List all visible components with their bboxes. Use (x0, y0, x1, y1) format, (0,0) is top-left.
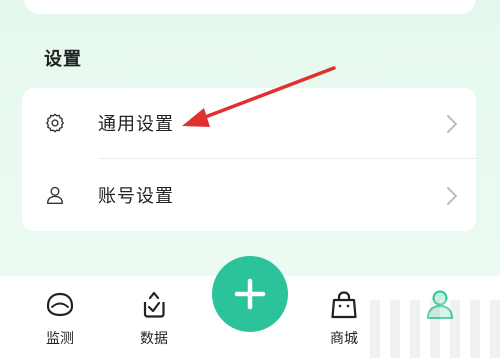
chevron-right-icon (447, 115, 457, 133)
settings-item-label: 账号设置 (98, 186, 174, 207)
nav-label: 商城 (330, 331, 358, 347)
add-button[interactable] (212, 256, 288, 332)
settings-card: 通用设置 账号设置 (22, 88, 476, 231)
user-icon (46, 186, 64, 204)
gear-icon (46, 113, 64, 133)
top-card (24, 0, 476, 14)
section-title: 设置 (44, 49, 82, 70)
shopping-bag-icon (331, 291, 357, 319)
nav-item-data[interactable]: 数据 (124, 276, 184, 358)
nav-label: 数据 (140, 331, 168, 347)
settings-item-general[interactable]: 通用设置 (22, 88, 476, 159)
nav-item-monitor[interactable]: 监测 (30, 276, 90, 358)
nav-item-shop[interactable]: 商城 (314, 276, 374, 358)
nav-item-profile[interactable] (410, 276, 470, 358)
settings-item-account[interactable]: 账号设置 (22, 160, 476, 230)
chevron-right-icon (447, 187, 457, 205)
plus-icon (234, 278, 266, 310)
settings-item-label: 通用设置 (98, 114, 174, 135)
divider (98, 158, 476, 159)
data-icon (143, 291, 165, 318)
monitor-icon (46, 292, 74, 317)
profile-icon (427, 290, 453, 319)
nav-label: 监测 (46, 331, 74, 347)
